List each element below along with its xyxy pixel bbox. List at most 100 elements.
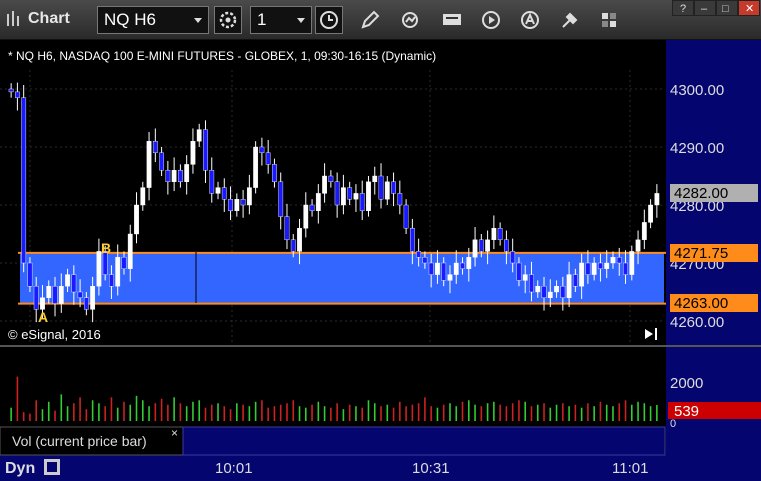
price-tick: 4260.00	[670, 314, 724, 331]
candle	[190, 140, 196, 165]
candle	[497, 227, 503, 240]
candle	[453, 262, 459, 275]
candle	[654, 193, 660, 206]
symbol-combo[interactable]: NQ H6	[97, 6, 209, 34]
candle	[27, 262, 33, 287]
candle	[121, 257, 127, 270]
copyright: © eSignal, 2016	[8, 327, 101, 342]
candle	[33, 286, 39, 310]
candle	[441, 262, 447, 281]
play-icon[interactable]	[479, 8, 503, 32]
candle	[215, 187, 221, 194]
chart-toolbar: Chart NQ H6 1 ? – □ ✕	[0, 0, 761, 40]
maximize-icon[interactable]: □	[716, 0, 738, 16]
candle	[334, 181, 340, 206]
candle	[604, 262, 610, 269]
candle	[510, 251, 516, 264]
candle	[303, 204, 309, 229]
candle	[428, 262, 434, 275]
minimize-icon[interactable]: –	[694, 0, 716, 16]
candle	[585, 262, 591, 275]
candle	[466, 257, 472, 270]
symbol-settings-button[interactable]	[214, 6, 242, 34]
candle	[460, 262, 465, 269]
dynamic-mode-label[interactable]: Dyn	[5, 460, 35, 477]
candle	[284, 216, 290, 241]
candle	[265, 152, 271, 165]
candle	[566, 274, 572, 299]
candle	[391, 181, 396, 194]
candle	[598, 262, 603, 269]
volume-tick: 2000	[670, 375, 703, 392]
chevron-down-icon[interactable]	[297, 18, 305, 23]
candle	[485, 239, 490, 252]
candle	[591, 262, 597, 275]
interval-settings-button[interactable]	[315, 6, 343, 34]
color-icon[interactable]	[597, 8, 621, 32]
candle	[579, 262, 585, 287]
candle	[416, 251, 422, 258]
pencil-icon[interactable]	[358, 8, 382, 32]
price-tick: 4300.00	[670, 82, 724, 99]
help-icon[interactable]: ?	[672, 0, 694, 16]
candle	[134, 204, 139, 235]
alert-icon[interactable]	[518, 8, 542, 32]
candle	[246, 187, 252, 206]
candle	[447, 274, 453, 281]
fit-icon[interactable]	[44, 459, 60, 475]
candle	[196, 129, 202, 142]
svg-text:✕: ✕	[745, 3, 754, 15]
candle	[77, 291, 83, 298]
candle	[184, 164, 190, 182]
get-icon[interactable]	[440, 8, 464, 32]
candle	[259, 146, 265, 154]
chart-logo-icon	[7, 11, 19, 26]
candle	[46, 286, 52, 299]
volume-pane-strip	[182, 426, 666, 456]
candle	[209, 169, 215, 194]
close-icon[interactable]: ×	[171, 426, 178, 440]
candle	[353, 193, 359, 200]
candle	[491, 227, 497, 240]
candle	[90, 286, 96, 310]
candle	[397, 193, 403, 206]
candle	[272, 164, 277, 182]
candle	[58, 286, 64, 304]
candle	[378, 175, 384, 200]
candle	[478, 239, 484, 252]
candle	[529, 274, 534, 293]
candle	[422, 257, 428, 264]
candle	[152, 140, 158, 153]
candle	[109, 274, 114, 287]
gear-icon	[219, 11, 237, 29]
candle	[83, 297, 89, 310]
chart-area[interactable]: * NQ H6, NASDAQ 100 E-MINI FUTURES - GLO…	[0, 40, 761, 481]
cycle-icon[interactable]	[398, 8, 422, 32]
symbol-value: NQ H6	[104, 10, 156, 29]
candle	[610, 257, 616, 264]
candle	[341, 187, 346, 206]
candle	[140, 187, 146, 206]
candle	[403, 204, 409, 229]
candle	[648, 204, 653, 223]
marker-b: B	[101, 240, 111, 256]
interval-combo[interactable]: 1	[250, 6, 312, 34]
candle	[535, 286, 541, 293]
close-icon[interactable]: ✕	[738, 0, 760, 16]
clock-icon	[320, 11, 338, 29]
candle	[71, 274, 77, 293]
volume-pane[interactable]	[0, 345, 666, 427]
candle	[171, 169, 177, 182]
svg-text:□: □	[722, 3, 729, 15]
candle	[309, 204, 315, 212]
candle	[240, 198, 246, 206]
interval-value: 1	[257, 10, 267, 29]
chevron-down-icon[interactable]	[194, 18, 202, 23]
candle	[366, 181, 371, 212]
candle	[554, 286, 559, 293]
tools-icon[interactable]	[558, 8, 582, 32]
candle	[96, 251, 102, 287]
upper-level-value: 4271.75	[674, 245, 728, 262]
volume-last-value: 539	[674, 403, 699, 420]
candle	[127, 233, 133, 269]
